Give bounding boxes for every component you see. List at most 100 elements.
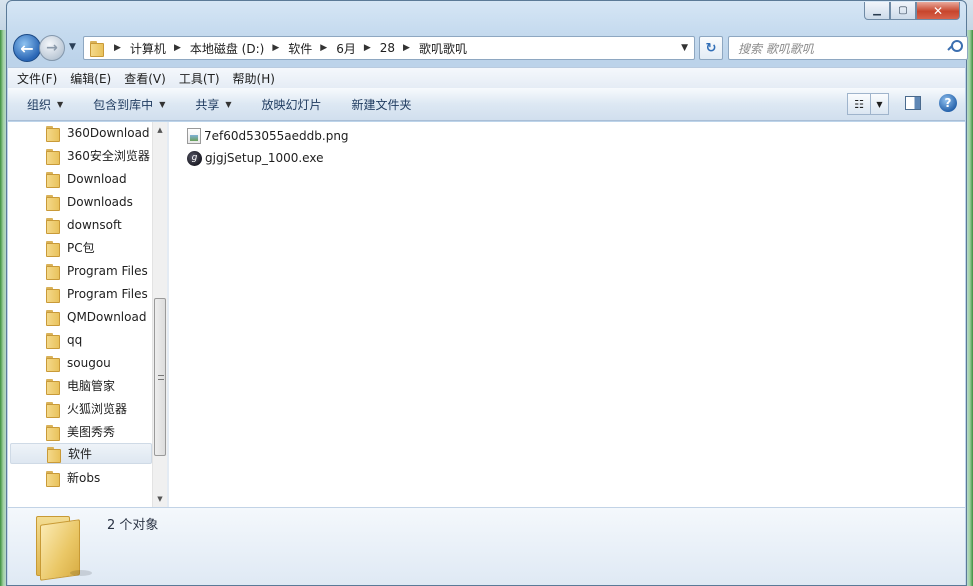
include-in-library-button[interactable]: 包含到库中 ▼ [93, 96, 165, 113]
search-input[interactable]: 搜索 歌叽歌叽 [728, 36, 968, 60]
minimize-button[interactable]: ▁ [864, 2, 890, 20]
share-button[interactable]: 共享 ▼ [195, 96, 231, 113]
chevron-right-icon[interactable]: ▶ [356, 43, 380, 53]
help-icon: ? [944, 96, 952, 110]
navigation-pane: 360Download 360安全浏览器 Download Downloads … [8, 122, 167, 507]
slideshow-label: 放映幻灯片 [261, 97, 322, 112]
address-bar[interactable]: ▶ 计算机 ▶ 本地磁盘 (D:) ▶ 软件 ▶ 6月 ▶ 28 ▶ 歌叽歌叽 ▼ [83, 36, 695, 60]
breadcrumb-item[interactable]: ▶ 28 [356, 37, 395, 59]
file-item[interactable]: g gjgjSetup_1000.exe [187, 148, 323, 168]
folder-icon [46, 240, 62, 257]
refresh-button[interactable]: ↻ [699, 36, 723, 60]
search-icon[interactable] [948, 40, 963, 56]
caption-buttons: ▁ ▢ ✕ [864, 2, 960, 20]
back-button[interactable]: ← [13, 34, 41, 62]
menu-tools[interactable]: 工具(T) [179, 70, 220, 87]
include-in-library-label: 包含到库中 [93, 97, 154, 112]
arrow-left-icon: ← [20, 38, 34, 58]
breadcrumb-item[interactable]: ▶ 歌叽歌叽 [395, 37, 467, 59]
folder-icon [46, 401, 62, 418]
new-folder-label: 新建文件夹 [351, 97, 412, 112]
tree-item[interactable]: Downloads [10, 191, 152, 212]
refresh-icon: ↻ [705, 40, 717, 56]
folder-large-icon [30, 512, 94, 581]
tree-item[interactable]: Download [10, 168, 152, 189]
chevron-right-icon[interactable]: ▶ [166, 43, 190, 53]
chevron-down-icon: ▼ [876, 99, 883, 109]
folder-icon [46, 263, 62, 280]
grip-icon [158, 375, 164, 380]
command-bar: 组织 ▼ 包含到库中 ▼ 共享 ▼ 放映幻灯片 新建文件夹 ☷ ▼ ? [8, 88, 965, 121]
tree-item[interactable]: QMDownload [10, 306, 152, 327]
folder-icon [46, 148, 62, 165]
details-pane: 2 个对象 [8, 507, 965, 585]
menu-view[interactable]: 查看(V) [124, 70, 166, 87]
arrow-right-icon: → [46, 40, 58, 56]
tree-item[interactable]: qq [10, 329, 152, 350]
tree-item[interactable]: downsoft [10, 214, 152, 235]
tree-item[interactable]: 新obs [10, 467, 152, 488]
address-history-dropdown[interactable]: ▼ [681, 43, 688, 53]
organize-label: 组织 [27, 97, 52, 112]
folder-icon [46, 194, 62, 211]
tree-item[interactable]: sougou [10, 352, 152, 373]
change-view-button[interactable]: ☷ [847, 93, 871, 115]
new-folder-button[interactable]: 新建文件夹 [352, 96, 412, 113]
chevron-down-icon: ▼ [57, 99, 64, 109]
scroll-down-arrow-icon[interactable]: ▼ [153, 491, 167, 507]
tree-item[interactable]: Program Files [10, 283, 152, 304]
tree-item[interactable]: 美图秀秀 [10, 421, 152, 442]
folder-icon [46, 355, 62, 372]
recent-pages-dropdown[interactable]: ▼ [69, 42, 76, 52]
folder-icon [46, 286, 62, 303]
organize-button[interactable]: 组织 ▼ [27, 96, 63, 113]
navigation-scrollbar[interactable]: ▲ ▼ [152, 122, 167, 507]
menu-help[interactable]: 帮助(H) [233, 70, 275, 87]
tree-item[interactable]: 360Download [10, 122, 152, 143]
folder-icon [46, 171, 62, 188]
breadcrumb: ▶ 计算机 ▶ 本地磁盘 (D:) ▶ 软件 ▶ 6月 ▶ 28 ▶ 歌叽歌叽 [106, 37, 467, 59]
scroll-up-arrow-icon[interactable]: ▲ [153, 122, 167, 138]
share-label: 共享 [195, 97, 220, 112]
folder-icon [46, 309, 62, 326]
breadcrumb-item[interactable]: ▶ 本地磁盘 (D:) [166, 37, 264, 59]
chevron-right-icon[interactable]: ▶ [395, 43, 419, 53]
breadcrumb-item[interactable]: ▶ 软件 [264, 37, 312, 59]
chevron-down-icon: ▼ [159, 99, 166, 109]
tree-item[interactable]: 火狐浏览器 [10, 398, 152, 419]
folder-icon [47, 446, 63, 463]
folder-icon [46, 378, 62, 395]
tree-item[interactable]: PC包 [10, 237, 152, 258]
breadcrumb-item[interactable]: ▶ 计算机 [106, 37, 166, 59]
menu-file[interactable]: 文件(F) [17, 70, 57, 87]
chevron-right-icon[interactable]: ▶ [264, 43, 288, 53]
tree-item[interactable]: 电脑管家 [10, 375, 152, 396]
tree-item[interactable]: Program Files [10, 260, 152, 281]
file-item[interactable]: 7ef60d53055aeddb.png [187, 126, 349, 146]
view-dropdown-button[interactable]: ▼ [871, 93, 889, 115]
explorer-window: ▁ ▢ ✕ ← → ▼ ▶ 计算机 ▶ 本地磁盘 (D:) ▶ 软件 ▶ 6月 ▶ 28 … [6, 0, 968, 586]
tree-item[interactable]: 360安全浏览器 [10, 145, 152, 166]
chevron-right-icon[interactable]: ▶ [312, 43, 336, 53]
folder-icon [46, 217, 62, 234]
maximize-button[interactable]: ▢ [890, 2, 916, 20]
close-button[interactable]: ✕ [916, 2, 960, 20]
chevron-down-icon: ▼ [225, 99, 232, 109]
view-options: ☷ ▼ [847, 93, 889, 115]
folder-icon [46, 125, 62, 142]
tree-item-selected[interactable]: 软件 [10, 443, 152, 464]
view-details-icon: ☷ [854, 97, 864, 111]
forward-button[interactable]: → [39, 35, 65, 61]
menu-edit[interactable]: 编辑(E) [70, 70, 111, 87]
search-placeholder: 搜索 歌叽歌叽 [738, 41, 814, 56]
chevron-right-icon[interactable]: ▶ [106, 43, 130, 53]
breadcrumb-item[interactable]: ▶ 6月 [312, 37, 356, 59]
folder-icon [46, 470, 62, 487]
preview-pane-button[interactable] [905, 96, 921, 110]
exe-file-icon: g [187, 150, 202, 166]
folder-icon [46, 332, 62, 349]
scrollbar-thumb[interactable] [154, 298, 166, 456]
slideshow-button[interactable]: 放映幻灯片 [262, 96, 322, 113]
help-button[interactable]: ? [939, 94, 957, 112]
folder-icon [90, 41, 106, 57]
